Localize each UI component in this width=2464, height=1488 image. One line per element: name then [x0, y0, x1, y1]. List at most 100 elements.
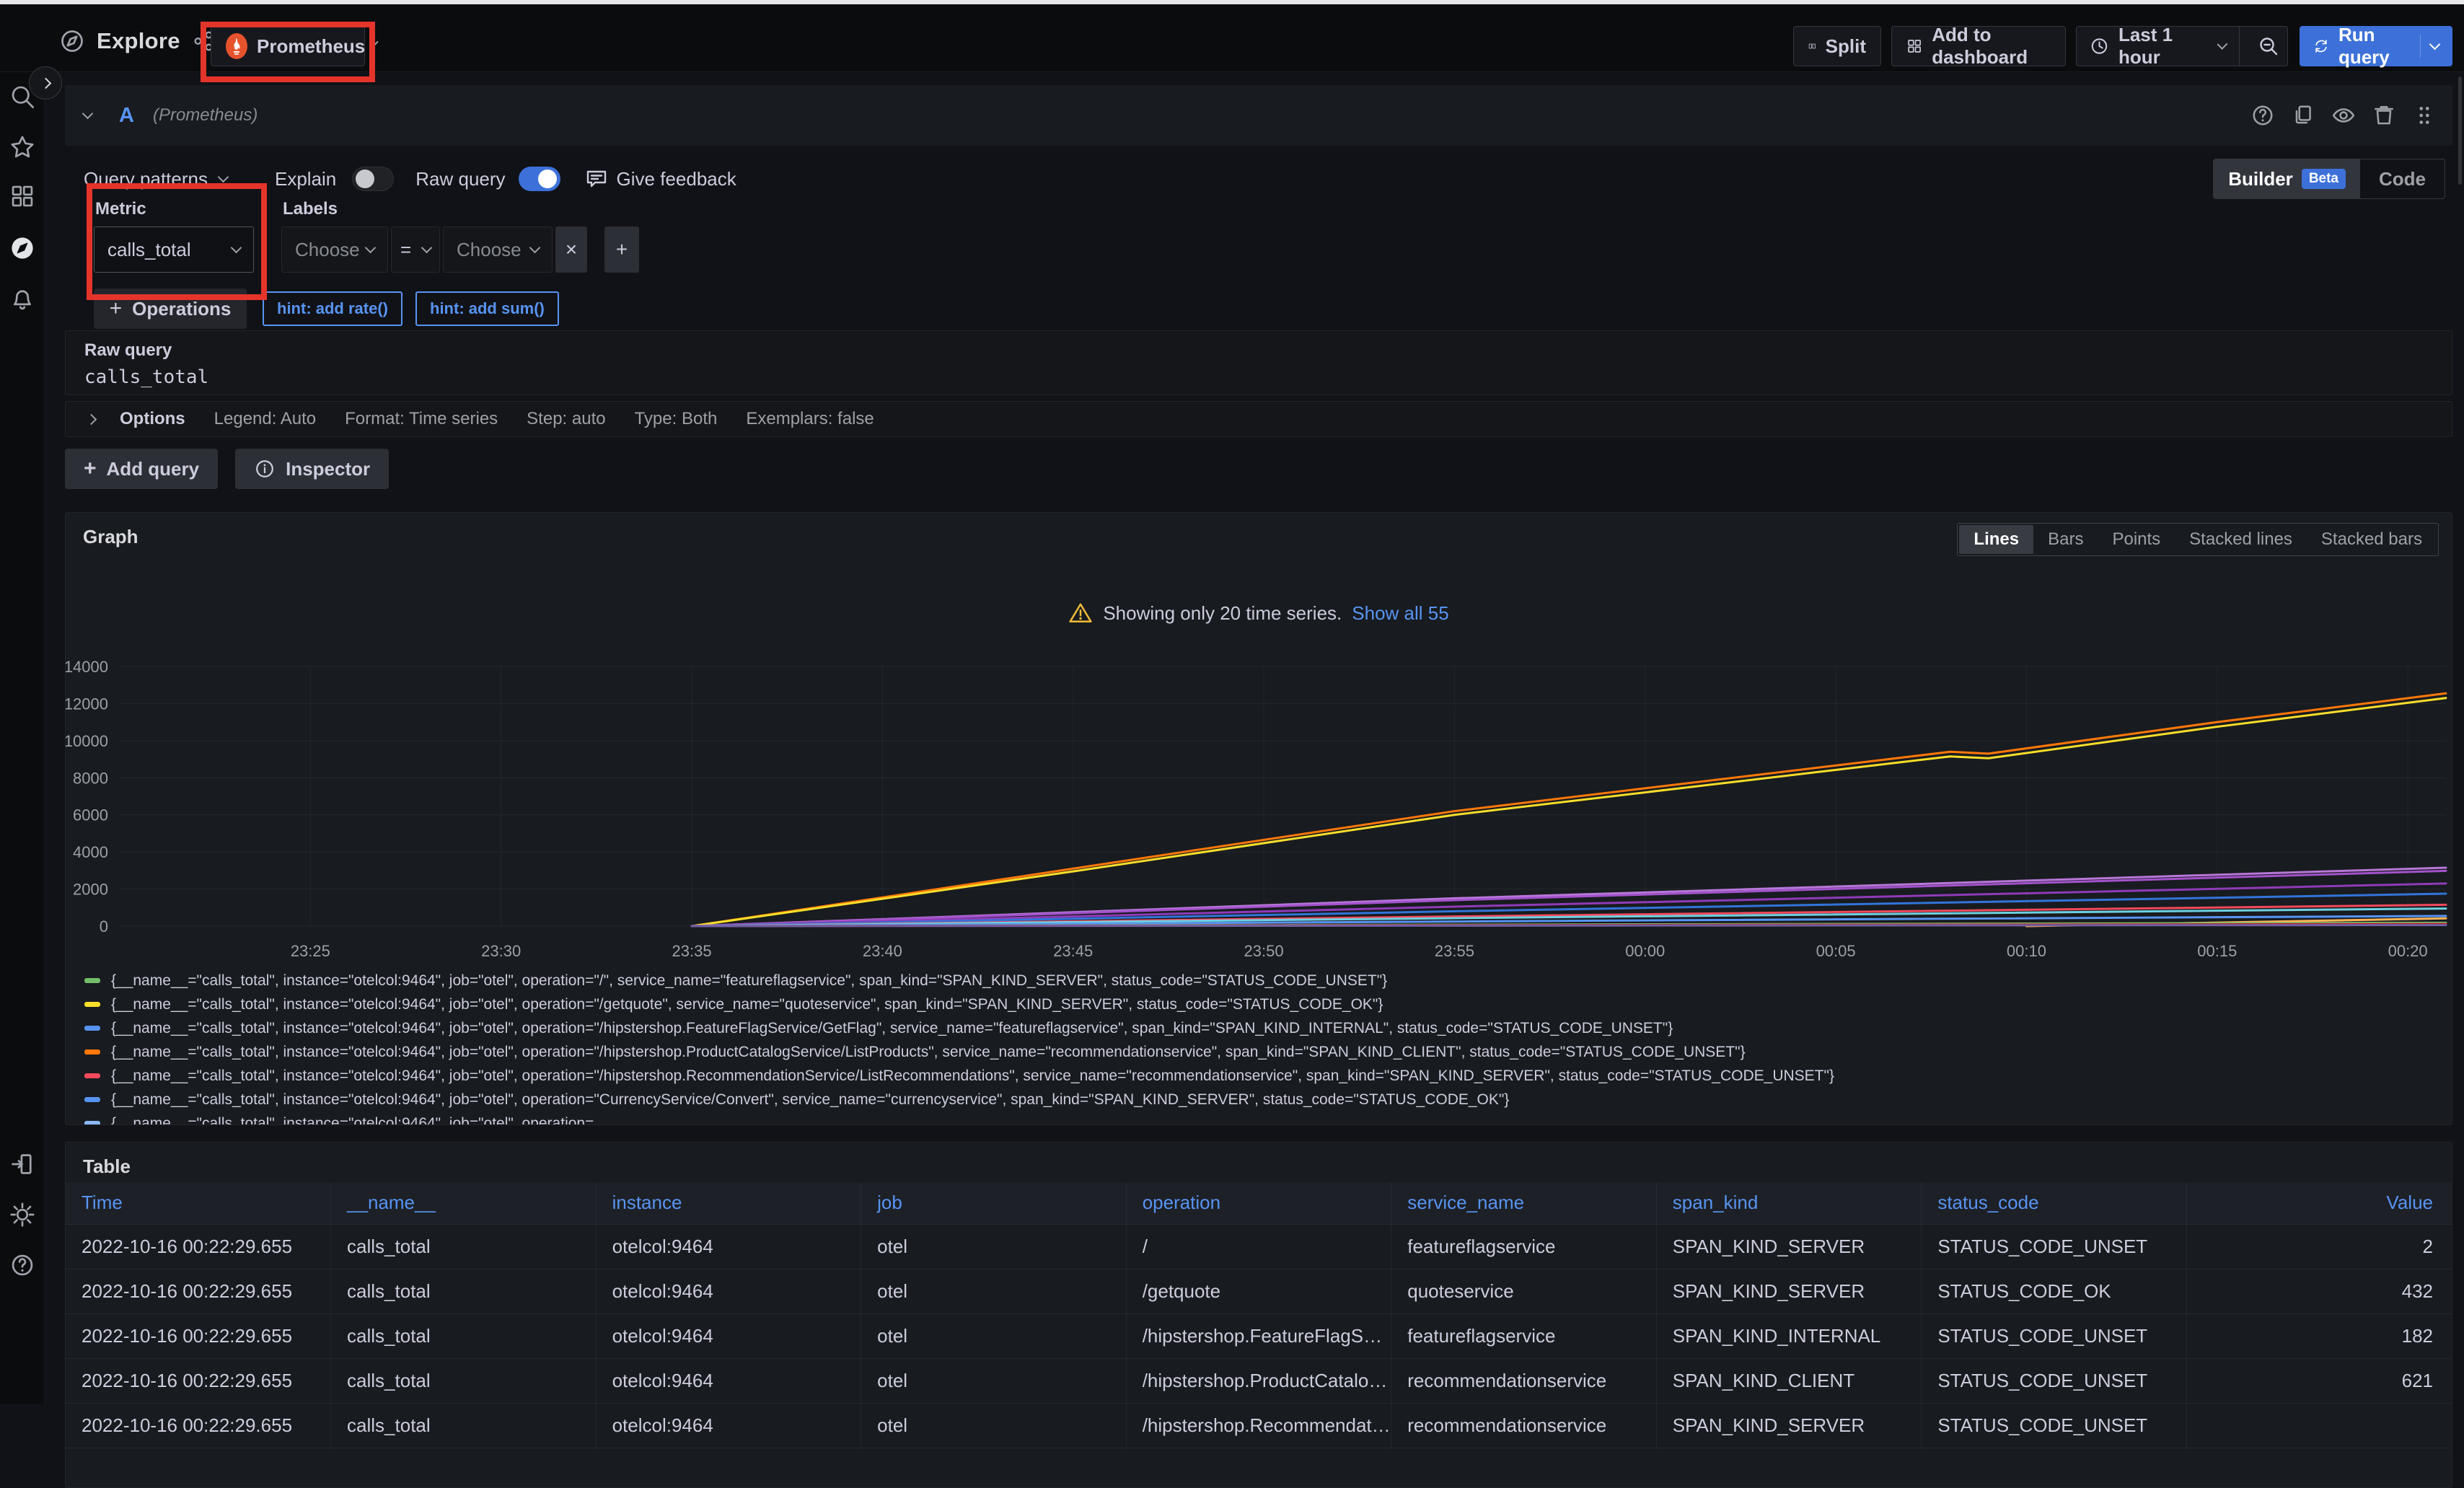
legend-item[interactable]: {__name__="calls_total", instance="otelc… [84, 1088, 2452, 1111]
table-cell: featureflagservice [1391, 1313, 1657, 1358]
datasource-picker[interactable]: Prometheus [211, 26, 365, 66]
options-summary: Legend: AutoFormat: Time seriesStep: aut… [214, 409, 874, 429]
legend-item[interactable]: {__name__="calls_total", instance="otelc… [84, 992, 2452, 1016]
datasource-name: Prometheus [257, 35, 365, 58]
query-help-icon[interactable] [2250, 103, 2275, 128]
table-column-header--name-[interactable]: __name__ [331, 1182, 597, 1224]
run-query-button[interactable]: Run query [2300, 26, 2452, 66]
chevron-down-icon [529, 242, 541, 253]
inspector-button[interactable]: Inspector [235, 449, 389, 489]
feedback-comment-icon [585, 167, 608, 190]
graph-legend: {__name__="calls_total", instance="otelc… [84, 969, 2452, 1125]
hint-button[interactable]: hint: add sum() [415, 291, 559, 326]
run-query-caret[interactable] [2420, 35, 2439, 58]
legend-item[interactable]: {__name__="calls_total", instance="otelc… [84, 1040, 2452, 1064]
x-axis-tick-label: 23:55 [1435, 942, 1474, 960]
legend-series-label: {__name__="calls_total", instance="otelc… [111, 1115, 609, 1126]
add-query-button[interactable]: + Add query [65, 449, 218, 489]
table-column-header-value[interactable]: Value [2186, 1182, 2452, 1224]
table-column-header-span-kind[interactable]: span_kind [1656, 1182, 1922, 1224]
collapse-chevron-icon[interactable] [82, 107, 94, 119]
table-cell: 2022-10-16 00:22:29.655 [66, 1224, 331, 1269]
add-to-dashboard-button[interactable]: Add to dashboard [1891, 26, 2066, 66]
y-axis-tick-label: 6000 [73, 806, 108, 824]
alerting-bell-icon[interactable] [9, 286, 35, 312]
remove-label-filter-button[interactable]: × [555, 226, 587, 273]
table-column-header-job[interactable]: job [861, 1182, 1127, 1224]
table-cell: calls_total [331, 1358, 597, 1403]
add-operations-button[interactable]: + Operations [94, 289, 247, 329]
builder-mode-button[interactable]: Builder Beta [2214, 159, 2360, 198]
sidebar-expand-button[interactable] [29, 66, 62, 100]
table-cell: calls_total [331, 1269, 597, 1313]
label-key-select[interactable]: Choose [281, 226, 388, 273]
explain-toggle[interactable] [352, 167, 394, 191]
table-column-header-status-code[interactable]: status_code [1922, 1182, 2187, 1224]
give-feedback-link[interactable]: Give feedback [617, 168, 736, 190]
table-cell [2186, 1403, 2452, 1448]
table-cell: 2022-10-16 00:22:29.655 [66, 1358, 331, 1403]
metric-select[interactable]: calls_total [94, 226, 254, 273]
code-mode-button[interactable]: Code [2360, 168, 2445, 190]
table-cell: otelcol:9464 [596, 1269, 861, 1313]
drag-handle-icon[interactable] [2412, 103, 2437, 128]
label-operator-select[interactable]: = [391, 226, 440, 273]
sign-in-icon[interactable] [9, 1151, 35, 1177]
apps-icon[interactable] [9, 183, 35, 209]
raw-query-toggle[interactable] [519, 167, 560, 191]
zoom-out-button[interactable] [2249, 27, 2287, 66]
plus-icon: + [110, 296, 123, 321]
duplicate-query-icon[interactable] [2291, 103, 2315, 128]
query-row-header[interactable]: A (Prometheus) [65, 85, 2452, 146]
query-patterns-dropdown[interactable]: Query patterns [84, 168, 208, 190]
delete-query-trash-icon[interactable] [2372, 103, 2396, 128]
legend-series-label: {__name__="calls_total", instance="otelc… [111, 1091, 1509, 1109]
add-label-filter-button[interactable]: + [604, 226, 639, 273]
explore-nav-icon[interactable] [9, 235, 35, 261]
split-button[interactable]: Split [1793, 26, 1881, 66]
chart-series-line [692, 884, 2446, 926]
page-scrollbar[interactable] [2458, 76, 2462, 185]
zoom-out-icon [2257, 35, 2280, 58]
legend-item[interactable]: {__name__="calls_total", instance="otelc… [84, 1111, 2452, 1125]
legend-color-marker [84, 1002, 100, 1007]
table-header: Time__name__instancejoboperationservice_… [66, 1182, 2452, 1224]
table-cell: otel [861, 1358, 1127, 1403]
operations-label: Operations [132, 298, 231, 320]
top-navbar: Explore Prometheus Split Add to dashboar… [0, 4, 2464, 72]
label-value-select[interactable]: Choose [443, 226, 553, 273]
chart-series-line [692, 698, 2446, 926]
graph-panel: Graph LinesBarsPointsStacked linesStacke… [65, 512, 2452, 1125]
y-axis-tick-label: 4000 [73, 843, 108, 861]
query-options-bar[interactable]: Options Legend: AutoFormat: Time seriesS… [65, 401, 2452, 437]
hide-query-eye-icon[interactable] [2331, 103, 2356, 128]
plus-icon: + [84, 457, 97, 481]
help-icon[interactable] [9, 1252, 35, 1278]
beta-badge: Beta [2302, 169, 2346, 189]
table-column-header-operation[interactable]: operation [1126, 1182, 1391, 1224]
star-icon[interactable] [9, 134, 35, 160]
grafana-logo[interactable] [8, 27, 40, 58]
legend-color-marker [84, 1073, 100, 1078]
table-column-header-instance[interactable]: instance [596, 1182, 861, 1224]
x-axis-tick-label: 23:50 [1244, 942, 1284, 960]
option-summary-item: Legend: Auto [214, 409, 316, 429]
table-cell: 2 [2186, 1224, 2452, 1269]
time-range-button[interactable]: Last 1 hour [2077, 27, 2240, 66]
table-column-header-time[interactable]: Time [66, 1182, 331, 1224]
legend-item[interactable]: {__name__="calls_total", instance="otelc… [84, 969, 2452, 992]
settings-gear-icon[interactable] [9, 1202, 35, 1228]
label-value-placeholder: Choose [457, 239, 522, 261]
raw-query-preview: Raw query calls_total [65, 330, 2452, 395]
legend-item[interactable]: {__name__="calls_total", instance="otelc… [84, 1064, 2452, 1088]
metric-field-label: Metric [95, 199, 146, 219]
y-axis-tick-label: 8000 [73, 769, 108, 787]
legend-item[interactable]: {__name__="calls_total", instance="otelc… [84, 1016, 2452, 1040]
table-cell: otel [861, 1403, 1127, 1448]
table-cell: 2022-10-16 00:22:29.655 [66, 1403, 331, 1448]
table-column-header-service-name[interactable]: service_name [1391, 1182, 1657, 1224]
table-cell: otelcol:9464 [596, 1403, 861, 1448]
dashboard-grid-icon [1906, 35, 1922, 57]
hint-button[interactable]: hint: add rate() [263, 291, 402, 326]
page-title: Explore [97, 28, 180, 54]
